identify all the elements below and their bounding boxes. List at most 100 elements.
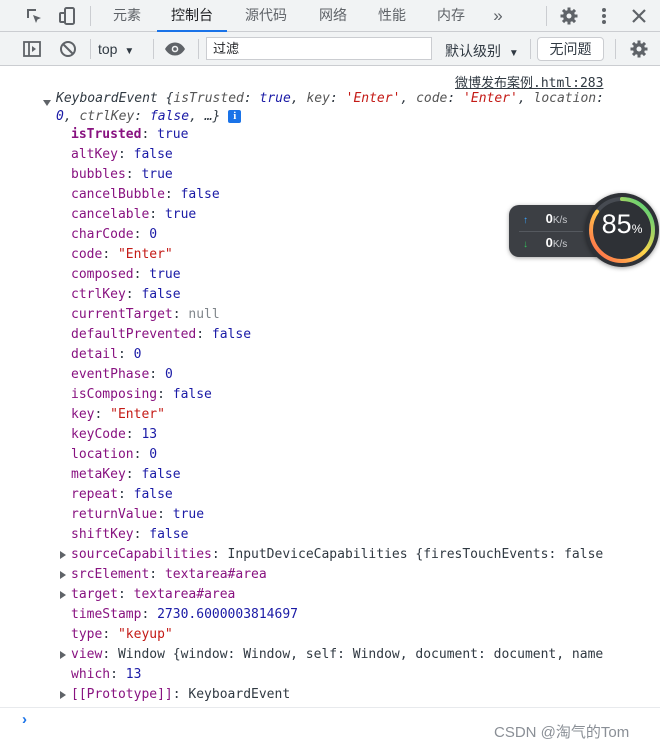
- issues-button[interactable]: 无问题: [537, 37, 604, 61]
- property-value: "Enter": [117, 247, 173, 262]
- property-key: type: [71, 627, 103, 642]
- tab-network[interactable]: 网络: [305, 0, 361, 31]
- source-location-link[interactable]: 微博发布案例.html:283: [455, 72, 603, 91]
- property-separator: :: [125, 167, 142, 182]
- speed-divider: [519, 231, 583, 232]
- property-row[interactable]: view: Window {window: Window, self: Wind…: [71, 645, 603, 665]
- memory-gauge[interactable]: 85%: [585, 193, 659, 267]
- property-row: bubbles: true: [71, 165, 173, 185]
- tab-label: 内存: [437, 7, 465, 23]
- property-row[interactable]: target: textarea#area: [71, 585, 235, 605]
- filter-text: 过滤: [213, 41, 240, 56]
- property-separator: :: [125, 287, 142, 302]
- tab-memory[interactable]: 内存: [424, 0, 478, 31]
- expand-triangle-icon[interactable]: [60, 571, 66, 579]
- info-icon[interactable]: i: [228, 110, 242, 123]
- log-levels-dropdown[interactable]: 默认级别 ▼: [445, 41, 519, 61]
- property-row[interactable]: sourceCapabilities: InputDeviceCapabilit…: [71, 545, 603, 565]
- property-value: false: [172, 387, 212, 402]
- download-arrow-icon: ↓: [523, 239, 528, 250]
- property-key: bubbles: [71, 167, 126, 182]
- clear-console-icon[interactable]: [56, 37, 80, 61]
- prompt-divider: [0, 707, 660, 708]
- property-value: 0: [133, 347, 142, 362]
- property-key: sourceCapabilities: [71, 547, 212, 562]
- property-row: which: 13: [71, 665, 141, 685]
- property-value: 0: [149, 447, 158, 462]
- summary-key: location: [533, 91, 597, 106]
- property-value: 13: [125, 667, 142, 682]
- toolbar-divider: [153, 39, 154, 59]
- property-row[interactable]: [[Prototype]]: KeyboardEvent: [71, 685, 290, 705]
- property-value: false: [133, 147, 173, 162]
- property-row: keyCode: 13: [71, 425, 157, 445]
- summary-value: 0: [56, 109, 64, 124]
- settings-gear-icon[interactable]: [557, 4, 581, 28]
- property-row: timeStamp: 2730.6000003814697: [71, 605, 298, 625]
- console-settings-gear-icon[interactable]: [627, 37, 651, 61]
- property-value: null: [188, 307, 220, 322]
- property-key: timeStamp: [71, 607, 142, 622]
- watermark: CSDN @淘气的Tom: [494, 724, 630, 741]
- close-icon[interactable]: [627, 4, 651, 28]
- property-separator: :: [117, 347, 134, 362]
- live-expression-eye-icon[interactable]: [163, 37, 187, 61]
- property-value: false: [180, 187, 220, 202]
- inspect-element-icon[interactable]: [22, 4, 46, 28]
- expand-triangle-icon[interactable]: [43, 100, 51, 106]
- device-toolbar-icon[interactable]: [55, 4, 79, 28]
- property-separator: :: [172, 307, 189, 322]
- expand-triangle-icon[interactable]: [60, 651, 66, 659]
- object-summary[interactable]: KeyboardEvent {isTrusted: true, key: 'En…: [56, 90, 626, 126]
- property-value: false: [141, 287, 181, 302]
- property-key: key: [71, 407, 95, 422]
- context-selector[interactable]: top ▼: [98, 41, 134, 57]
- property-value: false: [141, 467, 181, 482]
- property-row[interactable]: srcElement: textarea#area: [71, 565, 267, 585]
- console-toolbar: top ▼ 过滤 默认级别 ▼ 无问题: [0, 32, 660, 66]
- more-tabs-button[interactable]: »: [485, 0, 511, 31]
- property-key: cancelable: [71, 207, 150, 222]
- property-row: isTrusted: true: [71, 125, 188, 145]
- property-key: detail: [71, 347, 118, 362]
- property-separator: :: [117, 147, 134, 162]
- more-options-icon[interactable]: [592, 4, 616, 28]
- more-tabs-icon: »: [493, 6, 503, 25]
- expand-triangle-icon[interactable]: [60, 591, 66, 599]
- sidebar-toggle-icon[interactable]: [20, 37, 44, 61]
- property-value: textarea#area: [164, 567, 267, 582]
- property-value: false: [211, 327, 252, 342]
- filter-input[interactable]: 过滤: [206, 37, 432, 60]
- property-key: code: [71, 247, 103, 262]
- property-separator: :: [211, 547, 228, 562]
- property-value: "keyup": [117, 627, 173, 642]
- summary-key: key: [306, 91, 330, 106]
- property-key: [[Prototype]]: [71, 687, 173, 702]
- property-value: false: [133, 487, 173, 502]
- console-prompt-icon[interactable]: ›: [22, 711, 27, 728]
- property-key: returnValue: [71, 507, 158, 522]
- property-value: Window {window: Window, self: Window, do…: [117, 647, 604, 662]
- property-value: 0: [164, 367, 173, 382]
- tab-console[interactable]: 控制台: [157, 0, 227, 32]
- expand-triangle-icon[interactable]: [60, 691, 66, 699]
- tab-label: 元素: [113, 7, 141, 23]
- property-row: code: "Enter": [71, 245, 173, 265]
- property-separator: :: [94, 407, 111, 422]
- tab-elements[interactable]: 元素: [100, 0, 154, 31]
- tab-label: 源代码: [245, 7, 287, 23]
- upload-unit: K/s: [552, 215, 568, 226]
- property-separator: :: [149, 207, 165, 222]
- property-separator: :: [164, 187, 181, 202]
- property-row: metaKey: false: [71, 465, 181, 485]
- property-separator: :: [102, 247, 118, 262]
- property-key: isComposing: [71, 387, 158, 402]
- property-key: defaultPrevented: [71, 327, 197, 342]
- property-value: true: [149, 267, 181, 282]
- tab-performance[interactable]: 性能: [366, 0, 418, 31]
- property-row: isComposing: false: [71, 385, 212, 405]
- tab-sources[interactable]: 源代码: [233, 0, 299, 31]
- toolbar-divider: [615, 39, 616, 59]
- expand-triangle-icon[interactable]: [60, 551, 66, 559]
- property-separator: :: [149, 567, 165, 582]
